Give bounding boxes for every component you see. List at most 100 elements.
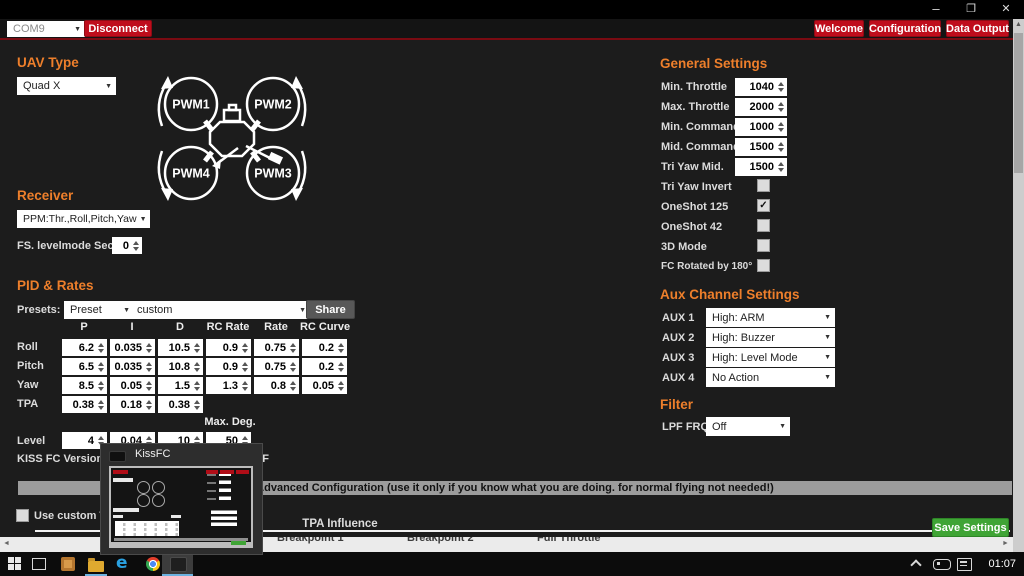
taskbar-preview-popup[interactable]: KissFC bbox=[100, 443, 263, 555]
pid-pitch-i-input[interactable]: 0.035 bbox=[110, 358, 155, 375]
spinner[interactable] bbox=[336, 340, 346, 355]
fc-rotated-checkbox[interactable] bbox=[757, 259, 770, 272]
pid-yaw-p-input[interactable]: 8.5 bbox=[62, 377, 107, 394]
max-throttle-input[interactable]: 2000 bbox=[735, 98, 787, 116]
spinner[interactable] bbox=[192, 397, 202, 412]
tpa-p-input[interactable]: 0.38 bbox=[62, 396, 107, 413]
spinner[interactable] bbox=[336, 378, 346, 393]
nav-data-output-button[interactable]: Data Output bbox=[946, 20, 1009, 37]
pinned-app-button[interactable] bbox=[61, 557, 75, 571]
kiss-app-hover-bg[interactable] bbox=[162, 552, 193, 576]
pid-roll-rate-input[interactable]: 0.75 bbox=[254, 339, 299, 356]
spinner[interactable] bbox=[131, 238, 141, 253]
aux1-select[interactable]: High: ARM▼ bbox=[706, 308, 835, 327]
aux3-select[interactable]: High: Level Mode▼ bbox=[706, 348, 835, 367]
edge-button[interactable]: e bbox=[116, 553, 128, 573]
task-view-button[interactable] bbox=[32, 558, 46, 570]
com-port-select[interactable]: COM9 ▼ bbox=[7, 21, 85, 37]
tpa-i-input[interactable]: 0.18 bbox=[110, 396, 155, 413]
spinner[interactable] bbox=[776, 139, 786, 155]
nav-welcome-button[interactable]: Welcome bbox=[814, 20, 864, 37]
preset-select[interactable]: Preset ▼ bbox=[64, 301, 134, 319]
pid-roll-i-input[interactable]: 0.035 bbox=[110, 339, 155, 356]
scroll-up-icon[interactable]: ▲ bbox=[1015, 21, 1022, 28]
minimize-button[interactable]: – bbox=[928, 1, 944, 17]
spinner[interactable] bbox=[192, 359, 202, 374]
failsafe-input[interactable]: 0 bbox=[112, 237, 142, 254]
receiver-mode-select[interactable]: PPM:Thr.,Roll,Pitch,Yaw ▼ bbox=[17, 210, 150, 228]
oneshot-42-checkbox[interactable] bbox=[757, 219, 770, 232]
spinner[interactable] bbox=[288, 378, 298, 393]
spinner[interactable] bbox=[776, 119, 786, 135]
tri-yaw-mid-input[interactable]: 1500 bbox=[735, 158, 787, 176]
nav-configuration-button[interactable]: Configuration bbox=[869, 20, 941, 37]
pid-yaw-rate-input[interactable]: 0.8 bbox=[254, 377, 299, 394]
tri-yaw-invert-checkbox[interactable] bbox=[757, 179, 770, 192]
spinner[interactable] bbox=[776, 99, 786, 115]
pid-col-rcrate: RC Rate bbox=[207, 321, 250, 333]
taskbar-clock[interactable]: 01:07 bbox=[978, 558, 1016, 570]
restore-button[interactable]: ❐ bbox=[963, 2, 979, 18]
spinner[interactable] bbox=[776, 159, 786, 175]
aux4-select[interactable]: No Action▼ bbox=[706, 368, 835, 387]
spinner[interactable] bbox=[192, 378, 202, 393]
pid-pitch-rccurve-input[interactable]: 0.2 bbox=[302, 358, 347, 375]
thumbnail-content bbox=[111, 468, 251, 542]
tray-device-icon[interactable] bbox=[933, 559, 951, 570]
pid-pitch-rate-input[interactable]: 0.75 bbox=[254, 358, 299, 375]
pid-yaw-i-input[interactable]: 0.05 bbox=[110, 377, 155, 394]
min-command-input[interactable]: 1000 bbox=[735, 118, 787, 136]
spinner[interactable] bbox=[240, 359, 250, 374]
spinner[interactable] bbox=[144, 340, 154, 355]
mid-command-input[interactable]: 1500 bbox=[735, 138, 787, 156]
scroll-left-icon[interactable]: ◄ bbox=[3, 540, 10, 547]
chevron-down-icon: ▼ bbox=[74, 26, 81, 33]
pid-pitch-d-input[interactable]: 10.8 bbox=[158, 358, 203, 375]
spinner[interactable] bbox=[144, 378, 154, 393]
3d-mode-checkbox[interactable] bbox=[757, 239, 770, 252]
close-button[interactable]: ✕ bbox=[998, 2, 1014, 18]
oneshot-125-checkbox[interactable]: ✓ bbox=[757, 199, 770, 212]
min-throttle-input[interactable]: 1040 bbox=[735, 78, 787, 96]
tray-chevron-icon[interactable] bbox=[912, 561, 920, 569]
spinner[interactable] bbox=[144, 397, 154, 412]
start-button[interactable] bbox=[8, 557, 21, 570]
file-explorer-button[interactable] bbox=[87, 558, 105, 572]
aux2-select[interactable]: High: Buzzer▼ bbox=[706, 328, 835, 347]
vertical-scrollbar[interactable]: ▲ bbox=[1013, 19, 1024, 552]
pid-yaw-rccurve-input[interactable]: 0.05 bbox=[302, 377, 347, 394]
spinner[interactable] bbox=[96, 359, 106, 374]
spinner[interactable] bbox=[96, 397, 106, 412]
spinner[interactable] bbox=[240, 340, 250, 355]
custom-preset-select[interactable]: custom ▼ bbox=[131, 301, 310, 319]
pid-roll-rcrate-input[interactable]: 0.9 bbox=[206, 339, 251, 356]
disconnect-button[interactable]: Disconnect bbox=[84, 20, 152, 37]
spinner[interactable] bbox=[288, 359, 298, 374]
spinner[interactable] bbox=[776, 79, 786, 95]
spinner[interactable] bbox=[144, 359, 154, 374]
pid-yaw-rcrate-input[interactable]: 1.3 bbox=[206, 377, 251, 394]
pid-roll-rccurve-input[interactable]: 0.2 bbox=[302, 339, 347, 356]
lpf-frq-select[interactable]: Off▼ bbox=[706, 417, 790, 436]
use-custom-tpa-checkbox[interactable] bbox=[16, 509, 29, 522]
spinner[interactable] bbox=[336, 359, 346, 374]
spinner[interactable] bbox=[288, 340, 298, 355]
spinner[interactable] bbox=[96, 340, 106, 355]
action-center-icon[interactable] bbox=[957, 558, 972, 571]
uav-type-select[interactable]: Quad X ▼ bbox=[17, 77, 116, 95]
save-settings-button[interactable]: Save Settings bbox=[932, 518, 1009, 537]
spinner[interactable] bbox=[96, 378, 106, 393]
app-thumbnail[interactable] bbox=[109, 466, 253, 548]
pid-yaw-d-input[interactable]: 1.5 bbox=[158, 377, 203, 394]
pid-roll-p-input[interactable]: 6.2 bbox=[62, 339, 107, 356]
pid-pitch-p-input[interactable]: 6.5 bbox=[62, 358, 107, 375]
pid-pitch-rcrate-input[interactable]: 0.9 bbox=[206, 358, 251, 375]
pid-roll-d-input[interactable]: 10.5 bbox=[158, 339, 203, 356]
spinner[interactable] bbox=[192, 340, 202, 355]
spinner[interactable] bbox=[240, 378, 250, 393]
scrollbar-thumb[interactable] bbox=[1014, 33, 1023, 173]
scroll-right-icon[interactable]: ► bbox=[1002, 540, 1009, 547]
share-button[interactable]: Share bbox=[306, 300, 355, 319]
tpa-d-input[interactable]: 0.38 bbox=[158, 396, 203, 413]
chrome-button[interactable] bbox=[146, 557, 160, 571]
